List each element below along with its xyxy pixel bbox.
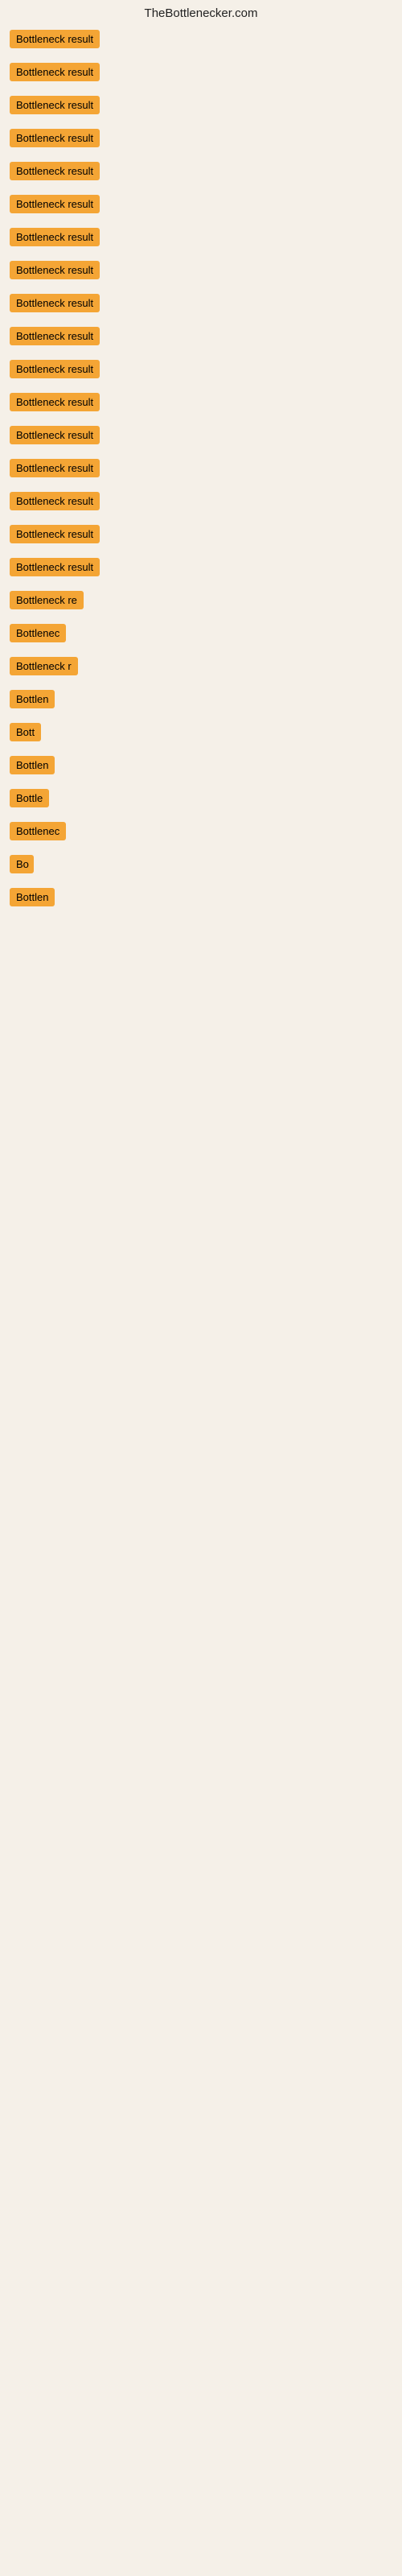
list-item: Bottleneck result	[10, 63, 394, 81]
list-item: Bo	[10, 855, 394, 873]
bottleneck-badge[interactable]: Bottleneck result	[10, 30, 100, 48]
bottleneck-badge[interactable]: Bottleneck result	[10, 162, 100, 180]
bottleneck-badge[interactable]: Bottleneck result	[10, 426, 100, 444]
list-item: Bottle	[10, 789, 394, 807]
list-item: Bottleneck result	[10, 459, 394, 477]
list-item: Bott	[10, 723, 394, 741]
bottleneck-badge[interactable]: Bottlenec	[10, 624, 66, 642]
list-item: Bottlen	[10, 756, 394, 774]
bottleneck-badge[interactable]: Bott	[10, 723, 41, 741]
bottleneck-badge[interactable]: Bottlenec	[10, 822, 66, 840]
bottleneck-badge[interactable]: Bottleneck re	[10, 591, 84, 609]
bottleneck-badge[interactable]: Bottleneck result	[10, 96, 100, 114]
bottleneck-badge[interactable]: Bottle	[10, 789, 49, 807]
bottleneck-badge[interactable]: Bottleneck result	[10, 261, 100, 279]
bottleneck-badge[interactable]: Bottleneck result	[10, 492, 100, 510]
bottleneck-badge[interactable]: Bottlen	[10, 756, 55, 774]
list-item: Bottleneck result	[10, 558, 394, 576]
list-item: Bottleneck result	[10, 492, 394, 510]
list-item: Bottleneck result	[10, 393, 394, 411]
list-item: Bottlen	[10, 690, 394, 708]
list-item: Bottleneck result	[10, 327, 394, 345]
bottleneck-badge[interactable]: Bo	[10, 855, 34, 873]
bottleneck-badge[interactable]: Bottleneck result	[10, 525, 100, 543]
bottleneck-badge[interactable]: Bottleneck result	[10, 228, 100, 246]
bottleneck-badge[interactable]: Bottleneck result	[10, 327, 100, 345]
list-item: Bottleneck result	[10, 360, 394, 378]
list-item: Bottleneck re	[10, 591, 394, 609]
list-item: Bottleneck result	[10, 162, 394, 180]
list-item: Bottleneck result	[10, 525, 394, 543]
bottleneck-badge[interactable]: Bottleneck result	[10, 294, 100, 312]
list-item: Bottleneck result	[10, 96, 394, 114]
list-item: Bottleneck r	[10, 657, 394, 675]
list-item: Bottleneck result	[10, 129, 394, 147]
items-container: Bottleneck result Bottleneck result Bottle…	[0, 30, 402, 906]
bottleneck-badge[interactable]: Bottleneck result	[10, 195, 100, 213]
list-item: Bottleneck result	[10, 426, 394, 444]
list-item: Bottleneck result	[10, 261, 394, 279]
bottleneck-badge[interactable]: Bottleneck result	[10, 459, 100, 477]
site-title: TheBottlenecker.com	[0, 0, 402, 30]
bottleneck-badge[interactable]: Bottleneck r	[10, 657, 78, 675]
bottleneck-badge[interactable]: Bottleneck result	[10, 558, 100, 576]
bottleneck-badge[interactable]: Bottleneck result	[10, 63, 100, 81]
bottleneck-badge[interactable]: Bottlen	[10, 690, 55, 708]
bottleneck-badge[interactable]: Bottleneck result	[10, 393, 100, 411]
list-item: Bottlenec	[10, 624, 394, 642]
bottleneck-badge[interactable]: Bottleneck result	[10, 360, 100, 378]
bottleneck-badge[interactable]: Bottleneck result	[10, 129, 100, 147]
list-item: Bottleneck result	[10, 228, 394, 246]
list-item: Bottleneck result	[10, 30, 394, 48]
list-item: Bottlenec	[10, 822, 394, 840]
bottleneck-badge[interactable]: Bottlen	[10, 888, 55, 906]
list-item: Bottlen	[10, 888, 394, 906]
list-item: Bottleneck result	[10, 294, 394, 312]
list-item: Bottleneck result	[10, 195, 394, 213]
